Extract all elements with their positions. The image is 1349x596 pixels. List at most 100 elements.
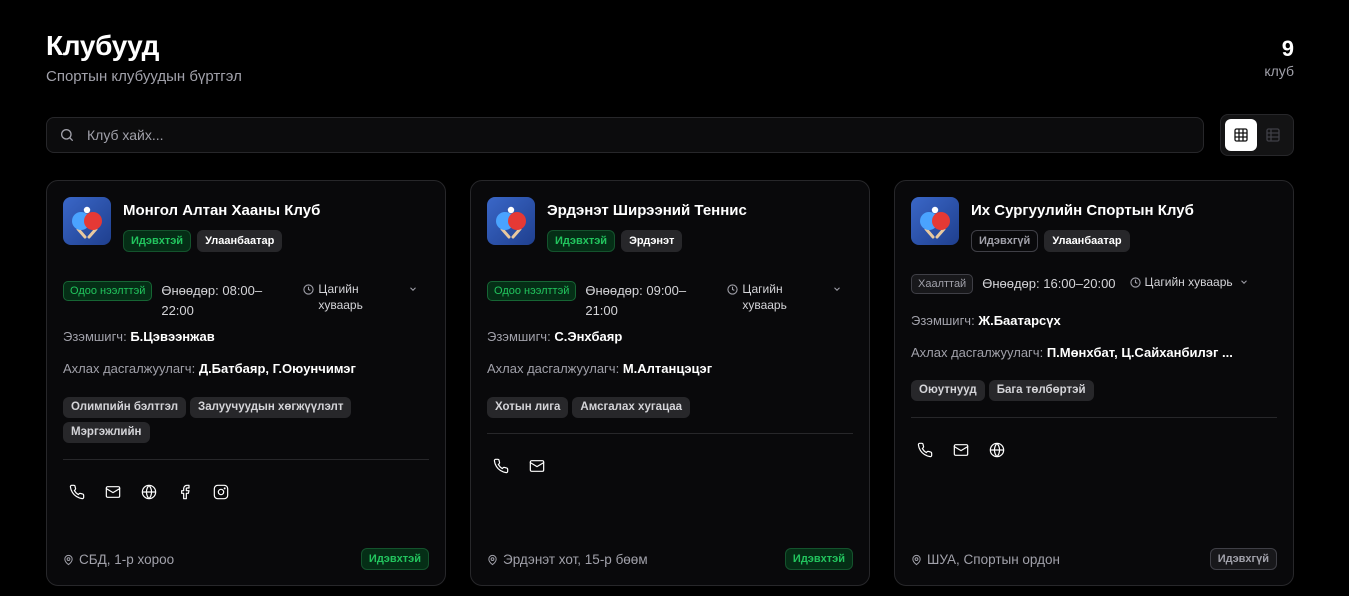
clock-icon bbox=[1129, 277, 1141, 288]
coach-names: М.Алтанцэцэг bbox=[622, 361, 713, 376]
page-header: Клубууд Спортын клубуудын бүртгэл 9 клуб bbox=[46, 28, 1294, 92]
owner-label: Эзэмшигч: bbox=[63, 329, 127, 344]
contact-links bbox=[493, 458, 545, 474]
facebook-icon[interactable] bbox=[177, 484, 193, 500]
hours-row: Одоо нээлттэй Өнөөдөр: 08:00–22:00 Цагий… bbox=[63, 281, 429, 321]
schedule-dropdown[interactable]: Цагийн хуваарь bbox=[727, 281, 842, 313]
open-status-badge: Одоо нээлттэй bbox=[487, 281, 577, 301]
map-pin-icon bbox=[64, 554, 73, 565]
hours-row: Хаалттай Өнөөдөр: 16:00–20:00 Цагийн хув… bbox=[911, 274, 1277, 294]
club-name[interactable]: Эрдэнэт Ширээний Теннис bbox=[547, 202, 747, 219]
page-subtitle: Спортын клубуудын бүртгэл bbox=[46, 68, 242, 85]
club-logo bbox=[911, 197, 959, 245]
tag-list: Хотын лига Амсгалах хугацаа bbox=[487, 397, 817, 418]
hours-row: Одоо нээлттэй Өнөөдөр: 09:00–21:00 Цагий… bbox=[487, 281, 853, 321]
divider bbox=[911, 417, 1277, 418]
globe-icon[interactable] bbox=[141, 484, 157, 500]
club-count-label: клуб bbox=[1264, 63, 1294, 79]
status-badge: Идэвхтэй bbox=[123, 230, 192, 252]
club-name[interactable]: Их Сургуулийн Спортын Клуб bbox=[971, 202, 1194, 219]
status-badge: Идэвхтэй bbox=[547, 230, 616, 252]
owner-name: Б.Цэвээнжав bbox=[130, 329, 215, 344]
chevron-down-icon bbox=[834, 287, 841, 291]
map-pin-icon bbox=[912, 554, 921, 565]
address-text: ШУА, Спортын ордон bbox=[927, 552, 1060, 567]
ping-pong-icon bbox=[72, 206, 102, 239]
tag: Мэргэжлийн bbox=[63, 422, 150, 443]
today-hours: Өнөөдөр: 16:00–20:00 bbox=[982, 276, 1116, 291]
club-card[interactable]: Их Сургуулийн Спортын Клуб Идэвхгүй Улаа… bbox=[894, 180, 1294, 586]
table-view-button[interactable] bbox=[1257, 119, 1289, 151]
tag: Бага төлбөртэй bbox=[988, 380, 1094, 401]
club-address: СБД, 1-р хороо bbox=[63, 552, 174, 567]
coach-names: П.Мөнхбат, Ц.Сайханбилэг ... bbox=[1046, 345, 1233, 360]
coach-label: Ахлах дасгалжуулагч: bbox=[911, 345, 1044, 360]
phone-icon[interactable] bbox=[917, 442, 933, 458]
club-address: ШУА, Спортын ордон bbox=[911, 552, 1060, 567]
owner-name: Ж.Баатарсүх bbox=[978, 313, 1061, 328]
coach-names: Д.Батбаяр, Г.Оюунчимэг bbox=[198, 361, 356, 376]
grid-icon bbox=[1234, 128, 1248, 142]
mail-icon[interactable] bbox=[105, 484, 121, 500]
address-text: СБД, 1-р хороо bbox=[79, 552, 175, 567]
club-name[interactable]: Монгол Алтан Хааны Клуб bbox=[123, 202, 320, 219]
coach-label: Ахлах дасгалжуулагч: bbox=[487, 361, 620, 376]
search-icon bbox=[60, 129, 73, 141]
schedule-label: Цагийн хуваарь bbox=[318, 282, 363, 312]
owner-info: Эзэмшигч: С.Энхбаяр bbox=[487, 329, 622, 344]
schedule-label: Цагийн хуваарь bbox=[1144, 275, 1233, 289]
status-badge: Идэвхгүй bbox=[1209, 548, 1277, 570]
page-title: Клубууд bbox=[46, 30, 160, 61]
open-status-badge: Одоо нээлттэй bbox=[63, 281, 153, 301]
tag: Олимпийн бэлтгэл bbox=[63, 397, 187, 418]
club-badges: Идэвхтэй Эрдэнэт bbox=[547, 230, 683, 252]
owner-info: Эзэмшигч: Б.Цэвээнжав bbox=[63, 329, 215, 344]
club-logo bbox=[487, 197, 535, 245]
tag-list: Олимпийн бэлтгэл Залуучуудын хөгжүүлэлт … bbox=[63, 397, 393, 443]
club-address: Эрдэнэт хот, 15-р бөөм bbox=[487, 552, 648, 567]
owner-label: Эзэмшигч: bbox=[911, 313, 975, 328]
owner-info: Эзэмшигч: Ж.Баатарсүх bbox=[911, 313, 1061, 328]
owner-name: С.Энхбаяр bbox=[554, 329, 623, 344]
club-badges: Идэвхтэй Улаанбаатар bbox=[123, 230, 283, 252]
grid-view-button[interactable] bbox=[1225, 119, 1257, 151]
schedule-dropdown[interactable]: Цагийн хуваарь bbox=[303, 281, 418, 313]
tag: Залуучуудын хөгжүүлэлт bbox=[190, 397, 352, 418]
today-hours: Өнөөдөр: 08:00–22:00 bbox=[161, 283, 263, 318]
phone-icon[interactable] bbox=[493, 458, 509, 474]
globe-icon[interactable] bbox=[989, 442, 1005, 458]
club-logo bbox=[63, 197, 111, 245]
tag: Оюутнууд bbox=[911, 380, 985, 401]
status-badge: Идэвхгүй bbox=[971, 230, 1039, 252]
search-bar[interactable] bbox=[46, 117, 1204, 153]
mail-icon[interactable] bbox=[953, 442, 969, 458]
table-icon bbox=[1266, 128, 1280, 142]
club-count-number: 9 bbox=[1281, 36, 1294, 61]
coach-info: Ахлах дасгалжуулагч: Д.Батбаяр, Г.Оюунчи… bbox=[63, 361, 356, 376]
club-card[interactable]: Монгол Алтан Хааны Клуб Идэвхтэй Улаанба… bbox=[46, 180, 446, 586]
tag: Хотын лига bbox=[487, 397, 569, 418]
coach-info: Ахлах дасгалжуулагч: М.Алтанцэцэг bbox=[487, 361, 712, 376]
search-input[interactable] bbox=[87, 127, 1187, 143]
contact-links bbox=[69, 484, 229, 500]
clock-icon bbox=[727, 284, 738, 295]
clock-icon bbox=[303, 284, 314, 295]
schedule-dropdown[interactable]: Цагийн хуваарь bbox=[1129, 274, 1249, 290]
closed-status-badge: Хаалттай bbox=[911, 274, 974, 294]
ping-pong-icon bbox=[920, 206, 950, 239]
ping-pong-icon bbox=[496, 206, 526, 239]
address-text: Эрдэнэт хот, 15-р бөөм bbox=[503, 552, 648, 567]
chevron-down-icon bbox=[410, 287, 417, 291]
mail-icon[interactable] bbox=[529, 458, 545, 474]
status-badge: Идэвхтэй bbox=[784, 548, 853, 570]
location-badge: Эрдэнэт bbox=[621, 230, 683, 252]
tag: Амсгалах хугацаа bbox=[572, 397, 691, 418]
chevron-down-icon bbox=[1240, 280, 1247, 284]
view-toggle bbox=[1220, 114, 1294, 156]
owner-label: Эзэмшигч: bbox=[487, 329, 551, 344]
status-badge: Идэвхтэй bbox=[360, 548, 429, 570]
schedule-label: Цагийн хуваарь bbox=[742, 282, 787, 312]
instagram-icon[interactable] bbox=[213, 484, 229, 500]
phone-icon[interactable] bbox=[69, 484, 85, 500]
club-card[interactable]: Эрдэнэт Ширээний Теннис Идэвхтэй Эрдэнэт… bbox=[470, 180, 870, 586]
